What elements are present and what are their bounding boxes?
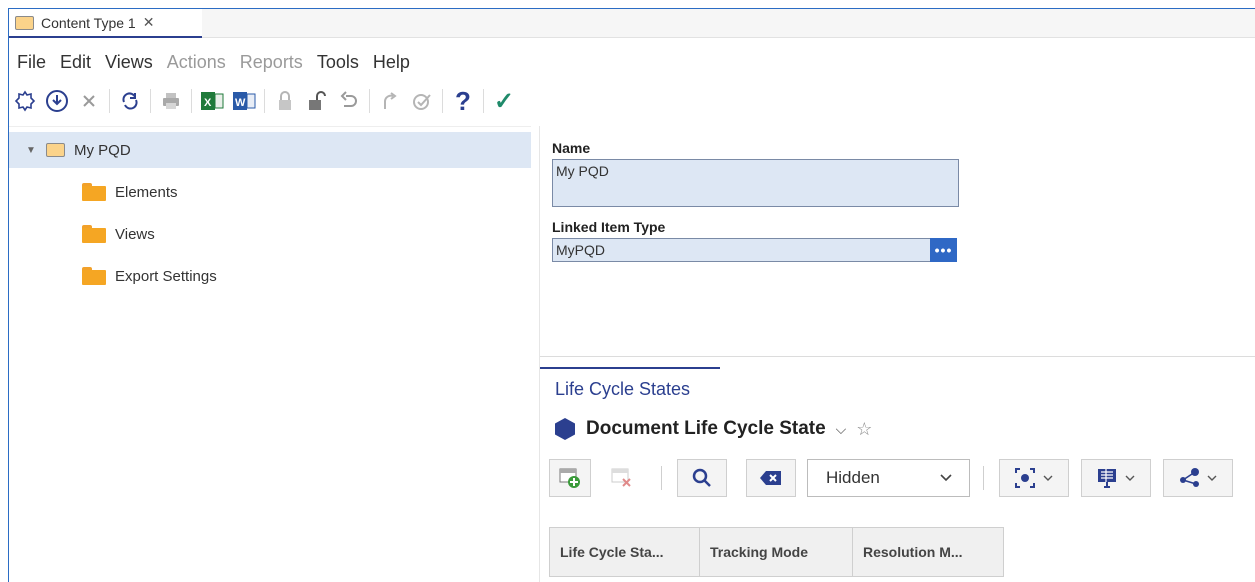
favorite-star-icon[interactable]: ☆ — [856, 419, 872, 440]
tree-item-export-settings[interactable]: Export Settings — [9, 258, 531, 294]
done-glyph: ✓ — [493, 87, 515, 115]
tree-item-label: My PQD — [74, 141, 131, 159]
chevron-down-icon[interactable]: ⌵ — [836, 421, 847, 438]
chevron-down-icon — [940, 474, 952, 482]
tree-item-elements[interactable]: Elements — [9, 174, 531, 210]
share-icon — [1180, 468, 1199, 487]
column-header-life-cycle-state[interactable]: Life Cycle Sta... — [549, 527, 700, 577]
linked-item-type-label: Linked Item Type — [552, 219, 666, 235]
content-tree: ▼ My PQD Elements Views Export Settings — [9, 126, 531, 582]
focus-view-dropdown[interactable] — [999, 459, 1069, 497]
toolbar-separator — [442, 89, 443, 113]
toolbar-separator — [264, 89, 265, 113]
monitor-grid-icon — [1098, 469, 1116, 488]
toolbar-separator — [150, 89, 151, 113]
section-splitter[interactable] — [540, 356, 1255, 357]
menu-views[interactable]: Views — [105, 52, 153, 73]
backspace-icon — [760, 471, 781, 485]
name-label: Name — [552, 140, 591, 156]
toolbar-separator — [661, 466, 662, 490]
clear-search-button[interactable] — [746, 459, 796, 497]
toolbar-separator — [109, 89, 110, 113]
chevron-down-icon — [1125, 475, 1135, 481]
word-export-icon[interactable]: W — [231, 88, 257, 114]
tree-item-label: Elements — [115, 183, 178, 201]
tree-item-label: Views — [115, 225, 155, 243]
chevron-down-icon — [1043, 475, 1053, 481]
active-section-indicator — [540, 367, 720, 369]
column-header-resolution-mode[interactable]: Resolution M... — [852, 527, 1004, 577]
column-header-tracking-mode[interactable]: Tracking Mode — [699, 527, 853, 577]
visibility-filter-select[interactable]: Hidden — [807, 459, 970, 497]
menu-tools[interactable]: Tools — [317, 52, 359, 73]
tree-item-label: Export Settings — [115, 267, 217, 285]
undo-icon[interactable] — [336, 88, 362, 114]
content-type-icon — [46, 143, 65, 157]
tree-item-my-pqd[interactable]: ▼ My PQD — [9, 132, 531, 168]
content-type-icon — [15, 15, 34, 30]
view-name[interactable]: Document Life Cycle State — [586, 418, 826, 440]
refresh-icon[interactable] — [117, 88, 143, 114]
panel-splitter[interactable] — [539, 126, 540, 582]
menu-actions[interactable]: Actions — [167, 52, 226, 73]
expand-caret-icon[interactable]: ▼ — [26, 145, 36, 156]
folder-icon — [82, 267, 106, 285]
menu-help[interactable]: Help — [373, 52, 410, 73]
filter-select-value: Hidden — [826, 468, 880, 487]
toolbar-separator — [983, 466, 984, 490]
application-window: Content Type 1 ✕ File Edit Views Actions… — [8, 8, 1255, 582]
unlock-icon[interactable] — [304, 88, 330, 114]
delete-row-button[interactable] — [601, 459, 643, 497]
menu-file[interactable]: File — [17, 52, 46, 73]
linked-item-type-field[interactable]: MyPQD — [552, 238, 931, 262]
name-field[interactable]: My PQD — [552, 159, 959, 207]
life-cycle-states-title[interactable]: Life Cycle States — [555, 379, 690, 400]
tree-item-views[interactable]: Views — [9, 216, 531, 252]
help-icon[interactable]: ? — [450, 85, 476, 116]
focus-icon — [1015, 468, 1035, 488]
search-button[interactable] — [677, 459, 727, 497]
search-icon — [692, 468, 711, 487]
menu-edit[interactable]: Edit — [60, 52, 91, 73]
add-row-button[interactable] — [549, 459, 591, 497]
svg-text:X: X — [204, 97, 212, 109]
toolbar-separator — [369, 89, 370, 113]
menu-reports[interactable]: Reports — [240, 52, 303, 73]
download-icon[interactable] — [44, 88, 70, 114]
folder-icon — [82, 183, 106, 201]
tab-label: Content Type 1 — [41, 14, 136, 31]
tab-content-type-1[interactable]: Content Type 1 ✕ — [9, 9, 202, 38]
validate-icon[interactable] — [409, 88, 435, 114]
chevron-down-icon — [1207, 475, 1217, 481]
hexagon-icon — [555, 418, 575, 440]
view-selector: Document Life Cycle State ⌵ ☆ — [554, 414, 872, 444]
linked-item-type-picker-button[interactable]: ••• — [930, 238, 957, 262]
layout-dropdown[interactable] — [1081, 459, 1151, 497]
menu-bar: File Edit Views Actions Reports Tools He… — [9, 49, 416, 75]
add-row-icon — [559, 468, 580, 488]
help-glyph: ? — [455, 85, 471, 116]
svg-text:W: W — [235, 97, 246, 109]
grid-toolbar: Hidden — [549, 454, 1249, 502]
delete-icon[interactable] — [76, 88, 102, 114]
folder-icon — [82, 225, 106, 243]
toolbar-separator — [191, 89, 192, 113]
delete-row-icon — [611, 468, 631, 487]
toolbar-separator — [483, 89, 484, 113]
grid-header-row: Life Cycle Sta... Tracking Mode Resoluti… — [549, 527, 1004, 577]
print-icon[interactable] — [158, 88, 184, 114]
lock-icon[interactable] — [272, 88, 298, 114]
excel-export-icon[interactable]: X — [199, 88, 225, 114]
main-toolbar: X W ? ✓ — [9, 85, 520, 117]
document-tab-bar: Content Type 1 ✕ — [9, 9, 1255, 38]
done-icon[interactable]: ✓ — [491, 87, 517, 115]
share-dropdown[interactable] — [1163, 459, 1233, 497]
redo-icon[interactable] — [377, 88, 403, 114]
new-item-icon[interactable] — [12, 88, 38, 114]
tab-close-icon[interactable]: ✕ — [143, 14, 155, 31]
